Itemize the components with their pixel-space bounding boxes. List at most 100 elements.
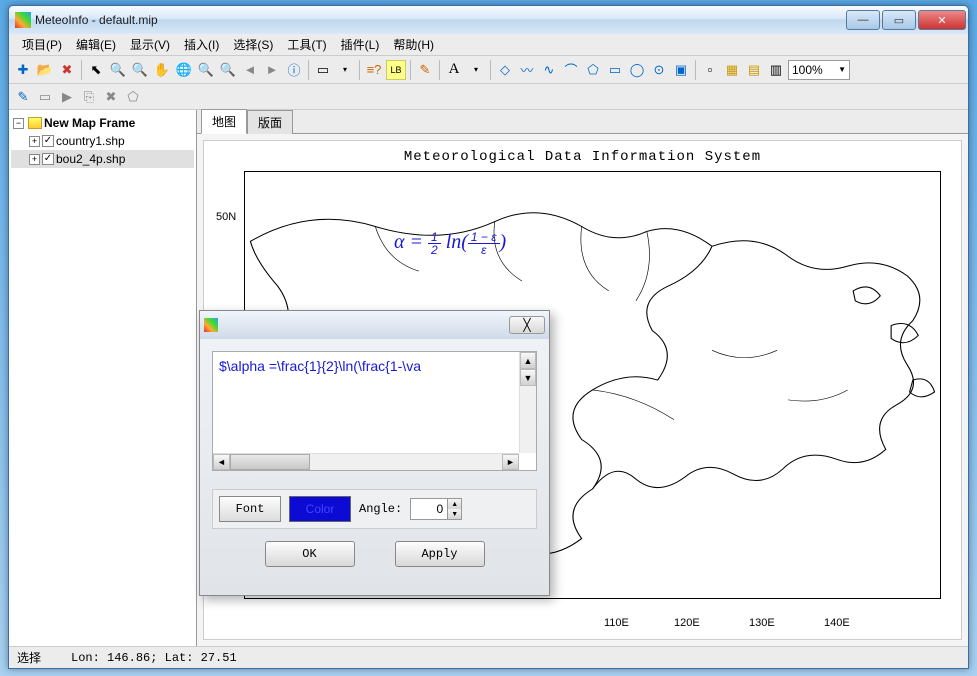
label-icon[interactable]: LB (386, 60, 406, 80)
close-button[interactable]: ✕ (918, 10, 966, 30)
zoom-combo[interactable]: 100% ▼ (788, 60, 850, 80)
layout-legend-icon[interactable]: ▤ (744, 60, 764, 80)
shape-point-icon[interactable]: ◇ (495, 60, 515, 80)
menu-project[interactable]: 项目(P) (15, 34, 69, 55)
dialog-titlebar[interactable]: ╳ (200, 311, 549, 339)
delete-icon[interactable]: ✖ (57, 60, 77, 80)
scroll-up-icon[interactable]: ▲ (520, 352, 536, 369)
maximize-button[interactable]: ▭ (882, 10, 916, 30)
edit-vertex-icon[interactable]: ▭ (35, 87, 55, 107)
status-mode: 选择 (17, 649, 41, 666)
pointer-icon[interactable]: ⬉ (86, 60, 106, 80)
remove-icon[interactable]: ✖ (101, 87, 121, 107)
horizontal-scrollbar[interactable]: ◄ ► (213, 453, 519, 470)
zoom-in-icon[interactable]: 🔍 (108, 60, 128, 80)
shape-rect-icon[interactable]: ▭ (605, 60, 625, 80)
main-toolbar: ✚ 📂 ✖ ⬉ 🔍 🔍 ✋ 🌐 🔍 🔍 ◄ ► ⓘ ▭ ▾ ≡? LB ✎ A … (9, 56, 968, 84)
menu-edit[interactable]: 编辑(E) (69, 34, 123, 55)
pan-icon[interactable]: ✋ (152, 60, 172, 80)
info-icon[interactable]: ⓘ (284, 60, 304, 80)
titlebar[interactable]: MeteoInfo - default.mip — ▭ ✕ (9, 6, 968, 34)
edit-toolbar: ✎ ▭ ▶ ⎘ ✖ ⬠ (9, 84, 968, 110)
globe-icon[interactable]: 🌐 (174, 60, 194, 80)
layer-checkbox[interactable]: ✓ (42, 153, 54, 165)
spinner-up-icon[interactable]: ▲ (447, 499, 461, 509)
text-dropdown-icon[interactable]: ▾ (466, 60, 486, 80)
angle-input[interactable] (411, 499, 447, 519)
expand-icon[interactable]: + (29, 136, 40, 147)
shape-polyline-icon[interactable]: 〰 (517, 60, 537, 80)
menubar: 项目(P) 编辑(E) 显示(V) 插入(I) 选择(S) 工具(T) 插件(L… (9, 34, 968, 56)
measure-icon[interactable]: ≡? (364, 60, 384, 80)
select-rect-icon[interactable]: ▭ (313, 60, 333, 80)
shape-circle-icon[interactable]: ⊙ (649, 60, 669, 80)
scroll-right-icon[interactable]: ► (502, 454, 519, 470)
zoom-value: 100% (792, 63, 823, 77)
color-button[interactable]: Color (289, 496, 351, 522)
shape-picture-icon[interactable]: ▣ (671, 60, 691, 80)
shape-ellipse-icon[interactable]: ◯ (627, 60, 647, 80)
expand-icon[interactable]: + (29, 154, 40, 165)
x-tick: 130E (749, 617, 775, 629)
zoom-selection-icon[interactable]: 🔍 (196, 60, 216, 80)
text-input-area[interactable]: $\alpha =\frac{1}{2}\ln(\frac{1-\va ▲ ▼ … (212, 351, 537, 471)
scroll-left-icon[interactable]: ◄ (213, 454, 230, 470)
prev-icon[interactable]: ◄ (240, 60, 260, 80)
scroll-down-icon[interactable]: ▼ (520, 369, 536, 386)
ok-button[interactable]: OK (265, 541, 355, 567)
menu-help[interactable]: 帮助(H) (386, 34, 441, 55)
statusbar: 选择 Lon: 146.86; Lat: 27.51 (9, 646, 968, 668)
menu-select[interactable]: 选择(S) (226, 34, 280, 55)
angle-label: Angle: (359, 502, 402, 516)
tree-item[interactable]: + ✓ bou2_4p.shp (11, 150, 194, 168)
menu-view[interactable]: 显示(V) (123, 34, 177, 55)
angle-spinner[interactable]: ▲ ▼ (410, 498, 462, 520)
menu-tools[interactable]: 工具(T) (280, 34, 333, 55)
menu-insert[interactable]: 插入(I) (177, 34, 226, 55)
layout-page-icon[interactable]: ▫ (700, 60, 720, 80)
x-tick: 110E (604, 617, 629, 629)
dialog-close-button[interactable]: ╳ (509, 316, 545, 334)
shape-curve-icon[interactable]: ⌒ (561, 60, 581, 80)
play-icon[interactable]: ▶ (57, 87, 77, 107)
y-tick: 50N (216, 211, 236, 223)
copy-icon[interactable]: ⎘ (79, 87, 99, 107)
spinner-down-icon[interactable]: ▼ (447, 509, 461, 519)
dialog-icon (204, 318, 218, 332)
tree-item[interactable]: + ✓ country1.shp (11, 132, 194, 150)
scroll-thumb[interactable] (230, 454, 310, 470)
tab-map[interactable]: 地图 (201, 109, 247, 134)
collapse-icon[interactable]: − (13, 118, 24, 129)
formula-text[interactable]: α = 12 ln(1 − εε) (394, 231, 506, 256)
zoom-out-icon[interactable]: 🔍 (130, 60, 150, 80)
apply-button[interactable]: Apply (395, 541, 485, 567)
menu-plugins[interactable]: 插件(L) (334, 34, 387, 55)
tree-root[interactable]: − New Map Frame (11, 114, 194, 132)
map-title: Meteorological Data Information System (204, 141, 961, 165)
layout-map-icon[interactable]: ▦ (722, 60, 742, 80)
app-icon (15, 12, 31, 28)
edit-icon[interactable]: ✎ (415, 60, 435, 80)
latex-input[interactable]: $\alpha =\frac{1}{2}\ln(\frac{1-\va (213, 352, 536, 380)
vertical-scrollbar[interactable]: ▲ ▼ (519, 352, 536, 453)
layout-scale-icon[interactable]: ▥ (766, 60, 786, 80)
select-dropdown-icon[interactable]: ▾ (335, 60, 355, 80)
zoom-extent-icon[interactable]: 🔍 (218, 60, 238, 80)
add-layer-icon[interactable]: ✚ (13, 60, 33, 80)
shape-freehand-icon[interactable]: ∿ (539, 60, 559, 80)
open-icon[interactable]: 📂 (35, 60, 55, 80)
next-icon[interactable]: ► (262, 60, 282, 80)
shape-edit-icon[interactable]: ⬠ (123, 87, 143, 107)
font-button[interactable]: Font (219, 496, 281, 522)
frame-icon (28, 117, 42, 129)
layer-checkbox[interactable]: ✓ (42, 135, 54, 147)
tab-layout[interactable]: 版面 (247, 110, 293, 134)
text-edit-dialog[interactable]: ╳ $\alpha =\frac{1}{2}\ln(\frac{1-\va ▲ … (199, 310, 550, 596)
minimize-button[interactable]: — (846, 10, 880, 30)
x-tick: 140E (824, 617, 850, 629)
window-title: MeteoInfo - default.mip (35, 13, 844, 27)
text-tool-icon[interactable]: A (444, 60, 464, 80)
chevron-down-icon: ▼ (838, 65, 846, 74)
pencil-icon[interactable]: ✎ (13, 87, 33, 107)
shape-polygon-icon[interactable]: ⬠ (583, 60, 603, 80)
